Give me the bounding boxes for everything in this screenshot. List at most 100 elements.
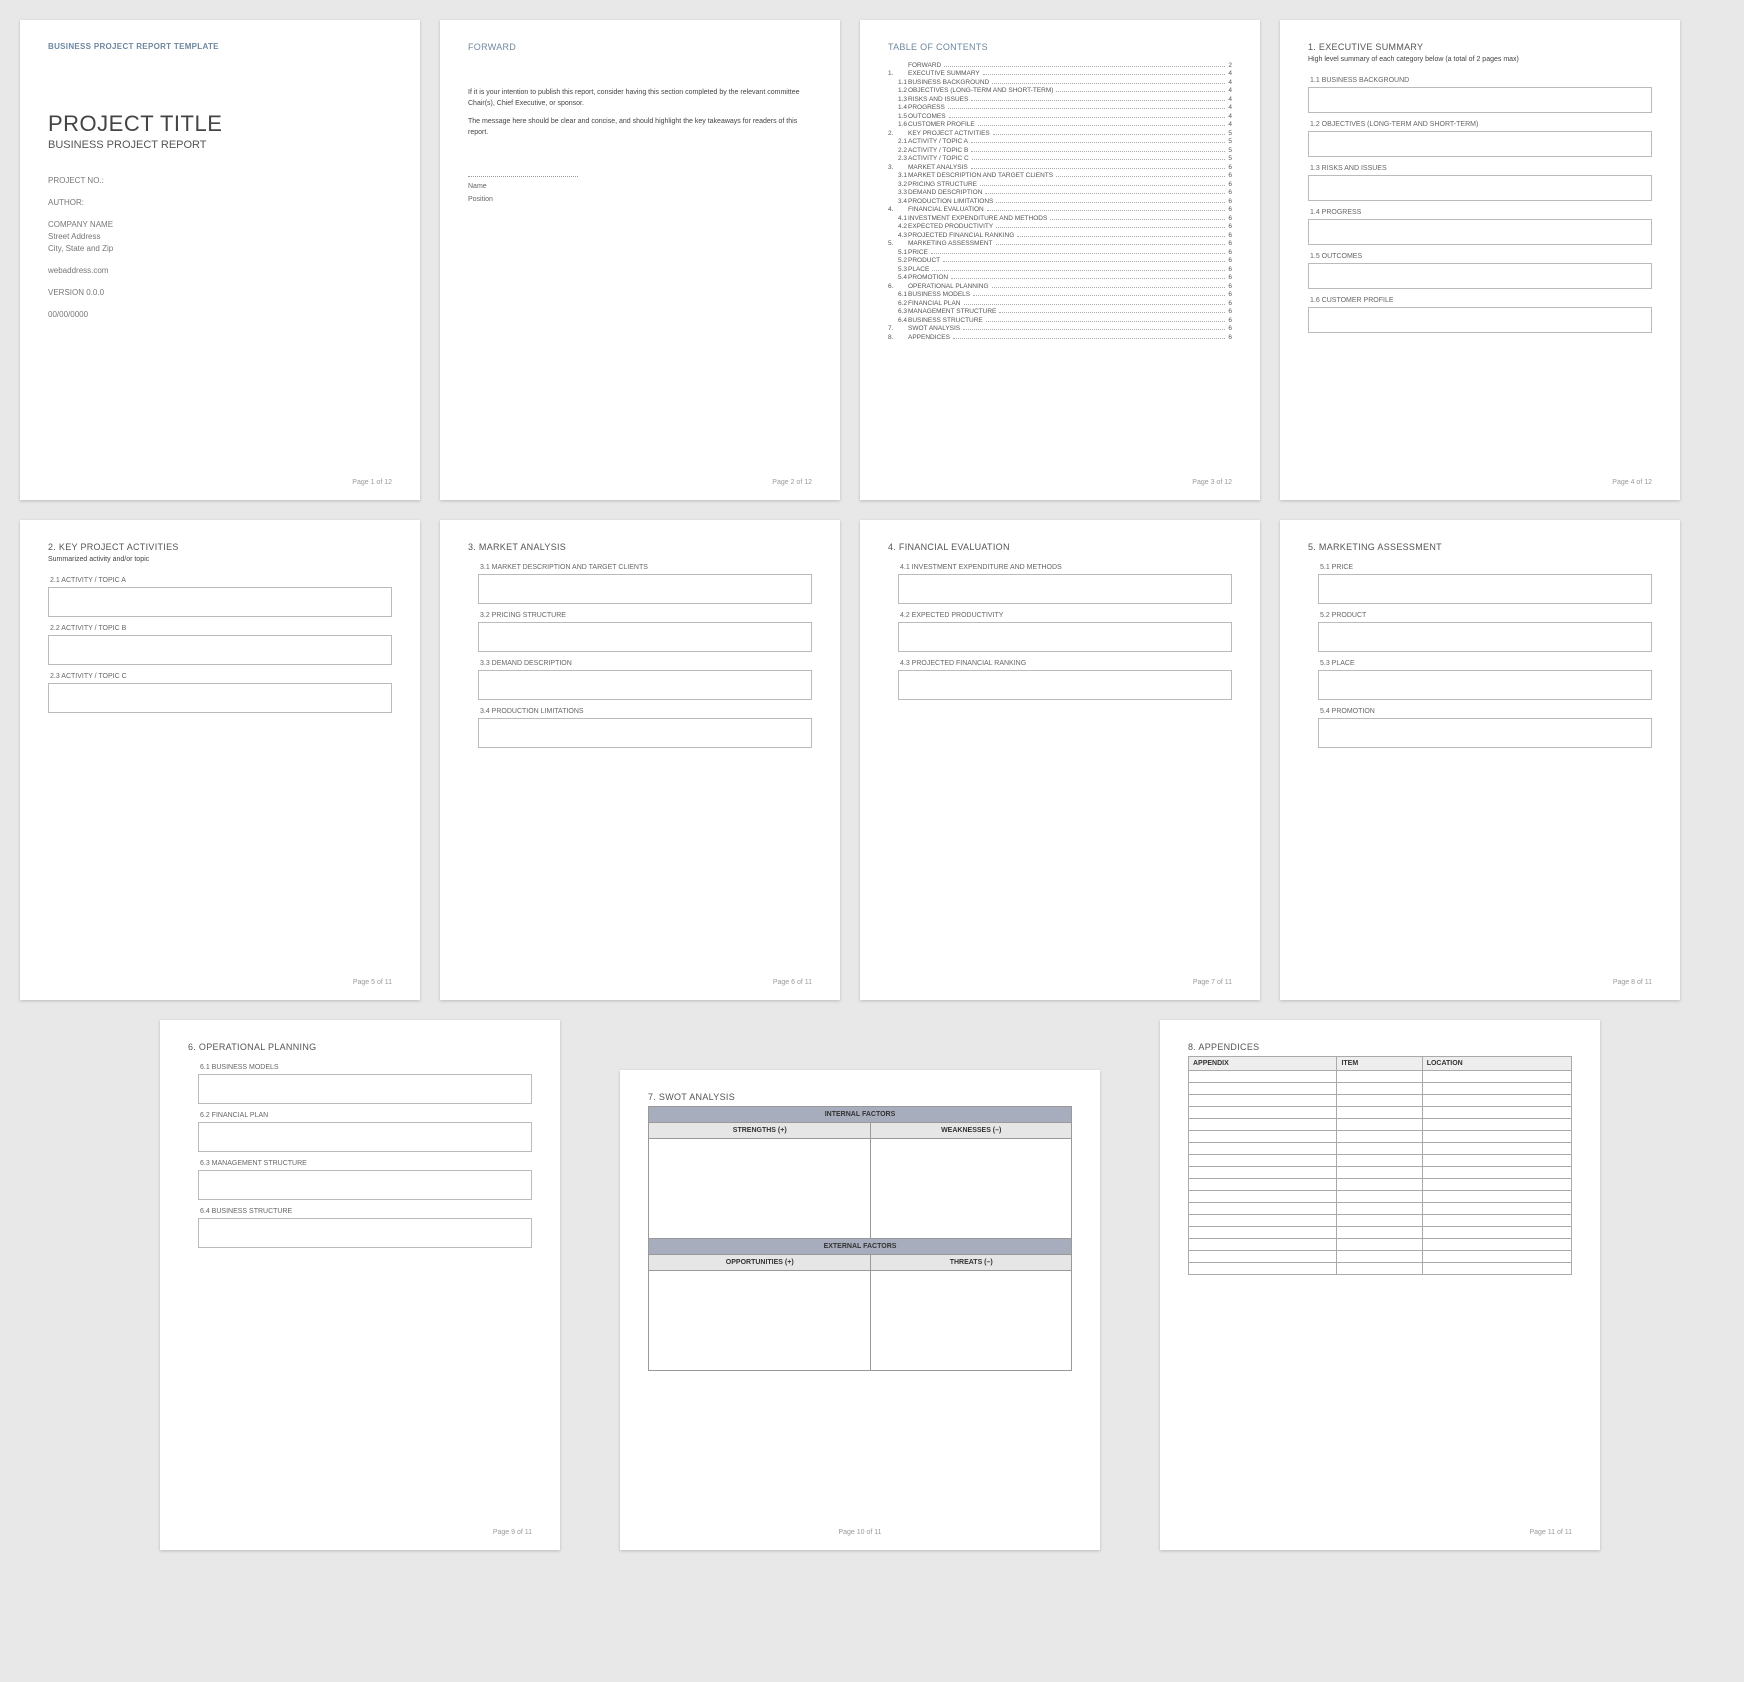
toc-heading: TABLE OF CONTENTS [888, 42, 1232, 52]
subsection-heading: 2.3 ACTIVITY / TOPIC C [50, 673, 392, 680]
subsection-heading: 6.2 FINANCIAL PLAN [200, 1112, 532, 1119]
appendix-row [1189, 1119, 1572, 1131]
toc-num: 1.3 [888, 96, 908, 103]
appendix-cell [1337, 1203, 1422, 1215]
appendix-row [1189, 1227, 1572, 1239]
key-activities-subsections: 2.1 ACTIVITY / TOPIC A2.2 ACTIVITY / TOP… [48, 569, 392, 713]
toc-dots [980, 185, 1225, 186]
appendix-cell [1337, 1167, 1422, 1179]
toc-page: 6 [1228, 206, 1232, 213]
appendix-cell [1337, 1107, 1422, 1119]
toc-text: APPENDICES [908, 334, 950, 341]
field-box [1308, 87, 1652, 113]
toc-text: DEMAND DESCRIPTION [908, 189, 982, 196]
toc-page: 6 [1228, 232, 1232, 239]
toc-page: 4 [1228, 113, 1232, 120]
appendix-cell [1422, 1095, 1571, 1107]
toc-page: 4 [1228, 121, 1232, 128]
toc-row: 2.2ACTIVITY / TOPIC B5 [888, 147, 1232, 154]
toc-num: 4. [888, 206, 908, 213]
page-footer: Page 6 of 11 [468, 971, 812, 986]
toc-text: MARKETING ASSESSMENT [908, 240, 993, 247]
swot-strengths-cell [649, 1139, 871, 1239]
toc-row: 3.2PRICING STRUCTURE6 [888, 181, 1232, 188]
appendix-cell [1337, 1191, 1422, 1203]
appendix-cell [1189, 1143, 1337, 1155]
toc-dots [992, 287, 1226, 288]
field-box [898, 574, 1232, 604]
field-box [898, 622, 1232, 652]
toc-dots [951, 278, 1225, 279]
field-box [1308, 307, 1652, 333]
marketing-assessment-subsections: 5.1 PRICE5.2 PRODUCT5.3 PLACE5.4 PROMOTI… [1308, 556, 1652, 748]
toc-page: 5 [1228, 155, 1232, 162]
appendix-cell [1422, 1239, 1571, 1251]
appendix-row [1189, 1071, 1572, 1083]
appendix-cell [1422, 1191, 1571, 1203]
field-box [478, 574, 812, 604]
toc-row: 4.3PROJECTED FINANCIAL RANKING6 [888, 232, 1232, 239]
appendix-cell [1337, 1227, 1422, 1239]
toc-page: 6 [1228, 189, 1232, 196]
page-4: 1. EXECUTIVE SUMMARY High level summary … [1280, 20, 1680, 500]
subsection-heading: 5.2 PRODUCT [1320, 612, 1652, 619]
toc-page: 6 [1228, 164, 1232, 171]
appendix-cell [1189, 1215, 1337, 1227]
toc-num: 2. [888, 130, 908, 137]
page-footer: Page 1 of 12 [48, 471, 392, 486]
field-box [198, 1170, 532, 1200]
toc-num: 5.4 [888, 274, 908, 281]
toc-row: 4.FINANCIAL EVALUATION6 [888, 206, 1232, 213]
subsection-heading: 6.4 BUSINESS STRUCTURE [200, 1208, 532, 1215]
appendix-cell [1337, 1083, 1422, 1095]
page-footer: Page 7 of 11 [888, 971, 1232, 986]
toc-num: 5.2 [888, 257, 908, 264]
financial-eval-heading: 4. FINANCIAL EVALUATION [888, 542, 1232, 552]
subsection-heading: 2.1 ACTIVITY / TOPIC A [50, 577, 392, 584]
appendix-cell [1337, 1263, 1422, 1275]
toc-row: 2.KEY PROJECT ACTIVITIES5 [888, 130, 1232, 137]
swot-threats-header: THREATS (–) [871, 1255, 1072, 1271]
field-box [1308, 219, 1652, 245]
swot-internal-header: INTERNAL FACTORS [649, 1107, 1072, 1123]
toc-text: KEY PROJECT ACTIVITIES [908, 130, 990, 137]
key-activities-desc: Summarized activity and/or topic [48, 556, 392, 563]
subsection-heading: 5.4 PROMOTION [1320, 708, 1652, 715]
toc-dots [971, 142, 1225, 143]
forward-heading: FORWARD [468, 42, 812, 52]
toc-row: 5.3PLACE6 [888, 266, 1232, 273]
toc-num: 3.1 [888, 172, 908, 179]
street-address: Street Address [48, 231, 392, 243]
appendix-cell [1337, 1179, 1422, 1191]
toc-text: PROMOTION [908, 274, 948, 281]
date: 00/00/0000 [48, 309, 392, 321]
toc-page: 6 [1228, 308, 1232, 315]
signature-line [468, 176, 578, 177]
author-label: AUTHOR: [48, 197, 392, 209]
toc-page: 4 [1228, 87, 1232, 94]
page-footer: Page 5 of 11 [48, 971, 392, 986]
appendix-row [1189, 1131, 1572, 1143]
swot-external-header: EXTERNAL FACTORS [649, 1239, 1072, 1255]
toc-row: 4.1INVESTMENT EXPENDITURE AND METHODS6 [888, 215, 1232, 222]
toc-num: 8. [888, 334, 908, 341]
appendix-row [1189, 1251, 1572, 1263]
appendix-cell [1189, 1107, 1337, 1119]
toc-row: 4.2EXPECTED PRODUCTIVITY6 [888, 223, 1232, 230]
appendix-cell [1189, 1251, 1337, 1263]
appendix-cell [1422, 1071, 1571, 1083]
toc-dots [932, 270, 1225, 271]
toc-text: FINANCIAL PLAN [908, 300, 961, 307]
appendix-row [1189, 1083, 1572, 1095]
appendix-cell [1189, 1263, 1337, 1275]
toc-page: 4 [1228, 96, 1232, 103]
toc-row: 6.OPERATIONAL PLANNING6 [888, 283, 1232, 290]
toc-num: 7. [888, 325, 908, 332]
toc-num: 6.3 [888, 308, 908, 315]
appendix-cell [1422, 1107, 1571, 1119]
appendices-heading: 8. APPENDICES [1188, 1042, 1572, 1052]
subsection-heading: 4.2 EXPECTED PRODUCTIVITY [900, 612, 1232, 619]
toc-num: 3.4 [888, 198, 908, 205]
document-container: BUSINESS PROJECT REPORT TEMPLATE PROJECT… [20, 20, 1724, 1550]
toc-page: 6 [1228, 325, 1232, 332]
